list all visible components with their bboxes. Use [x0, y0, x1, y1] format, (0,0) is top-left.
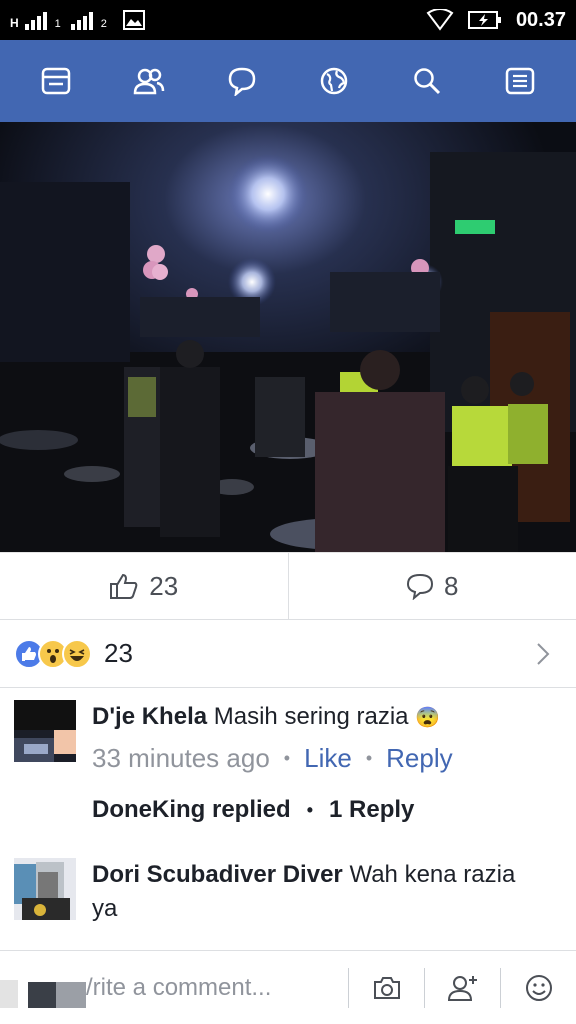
- status-bar: H 1 2 00.37: [0, 0, 576, 40]
- fearful-emoji: 😨: [415, 707, 441, 729]
- comment-item: Dori Scubadiver Diver Wah kena razia ya: [0, 858, 576, 926]
- smiley-icon: [525, 974, 552, 1001]
- wifi-icon: [426, 9, 454, 31]
- replier-text: DoneKing replied: [92, 796, 291, 823]
- reactions-summary[interactable]: 23: [0, 620, 576, 688]
- network-type: H: [10, 16, 19, 30]
- friends-icon[interactable]: [125, 57, 173, 105]
- post-engagement-bar: 23 8: [0, 552, 576, 620]
- commenter-avatar[interactable]: [14, 858, 76, 920]
- emoji-button[interactable]: [500, 967, 576, 1008]
- commenter-name[interactable]: D'je Khela: [92, 703, 207, 730]
- like-count-button[interactable]: 23: [0, 553, 288, 619]
- add-person-icon: [447, 975, 477, 1001]
- notifications-globe-icon[interactable]: [310, 57, 358, 105]
- comment-count: 8: [444, 570, 459, 601]
- camera-icon: [373, 976, 400, 999]
- post-photo[interactable]: [0, 122, 576, 552]
- comment-text-continued: ya: [92, 895, 118, 922]
- comment-bubble-icon: [407, 573, 434, 600]
- sim1-label: 1: [54, 18, 61, 30]
- sim2-signal-icon: [70, 10, 93, 30]
- news-feed-icon[interactable]: [32, 57, 80, 105]
- clock: 00.37: [515, 8, 566, 31]
- nightclub-scene-image: [0, 122, 576, 552]
- thumbs-up-icon: [110, 573, 138, 599]
- sim1-signal-icon: [24, 10, 47, 30]
- battery-charging-icon: [467, 11, 501, 29]
- reply-count: 1 Reply: [329, 796, 415, 823]
- camera-button[interactable]: [348, 967, 424, 1008]
- like-count: 23: [149, 570, 179, 601]
- commenter-avatar[interactable]: [14, 700, 76, 762]
- composer-avatar: [0, 968, 86, 1012]
- menu-icon[interactable]: [496, 57, 544, 105]
- tag-friend-button[interactable]: [424, 967, 500, 1008]
- comment-text: Masih sering razia: [213, 703, 409, 730]
- gallery-notification-icon: [122, 10, 145, 30]
- top-navigation-bar: [0, 40, 576, 122]
- separator-dot: •: [306, 799, 313, 820]
- commenter-name[interactable]: Dori Scubadiver Diver: [92, 861, 343, 888]
- comment-count-button[interactable]: 8: [287, 553, 576, 619]
- reaction-count: 23: [104, 638, 133, 668]
- search-icon[interactable]: [403, 57, 451, 105]
- comment-text: Wah kena razia: [349, 861, 516, 888]
- separator-dot: •: [365, 748, 373, 768]
- comment-like-link[interactable]: Like: [304, 741, 352, 775]
- chevron-right-icon: [537, 642, 550, 665]
- comment-reply-link[interactable]: Reply: [386, 741, 452, 775]
- comment-input[interactable]: /rite a comment...: [86, 974, 348, 1002]
- messages-icon[interactable]: [218, 57, 266, 105]
- haha-reaction-icon: [62, 638, 92, 669]
- reply-summary[interactable]: DoneKing replied • 1 Reply: [92, 796, 414, 824]
- comment-composer: /rite a comment...: [0, 950, 576, 1024]
- sim2-label: 2: [100, 18, 107, 30]
- comment-item: D'je Khela Masih sering razia 😨 33 minut…: [0, 700, 576, 775]
- separator-dot: •: [283, 748, 291, 768]
- comment-timestamp: 33 minutes ago: [92, 743, 270, 773]
